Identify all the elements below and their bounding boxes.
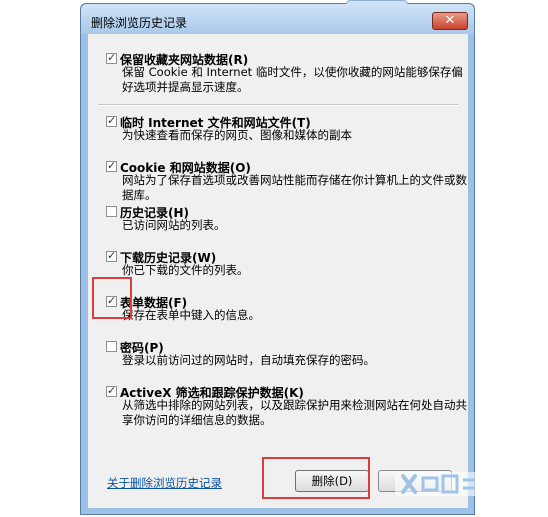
close-button[interactable]: ✕	[432, 12, 468, 30]
download-history-checkbox[interactable]	[106, 249, 117, 262]
passwords-desc: 登录以前访问过的网站时，自动填充保存的密码。	[122, 353, 375, 367]
dialog-title: 删除浏览历史记录	[91, 16, 188, 30]
title-bar: 删除浏览历史记录 ✕	[81, 4, 474, 34]
history-desc: 已访问网站的列表。	[122, 218, 226, 232]
download-history-desc: 你已下载的文件的列表。	[122, 263, 249, 277]
watermark-logo	[395, 472, 480, 496]
about-delete-history-link[interactable]: 关于删除浏览历史记录	[107, 475, 222, 491]
dialog-body: 保留收藏夹网站数据(R) 保留 Cookie 和 Internet 临时文件，以…	[88, 34, 468, 508]
history-checkbox[interactable]	[106, 206, 117, 217]
close-icon: ✕	[444, 13, 456, 28]
activex-checkbox[interactable]	[106, 384, 117, 397]
cookies-desc: 网站为了保存首选项或改善网站性能而存储在你计算机上的文件或数据库。	[122, 173, 467, 202]
passwords-checkbox[interactable]	[106, 341, 117, 352]
cookies-checkbox[interactable]	[106, 159, 117, 172]
separator	[98, 104, 458, 106]
highlight-form-data	[92, 277, 132, 319]
activex-desc: 从筛选中排除的网站列表，以及跟踪保护用来检测网站在何处自动共享你访问的详细信息的…	[122, 398, 467, 427]
preserve-favorites-desc: 保留 Cookie 和 Internet 临时文件，以使你收藏的网站能够保存偏好…	[122, 65, 463, 94]
form-data-desc: 保存在表单中键入的信息。	[122, 308, 260, 322]
temp-files-checkbox[interactable]	[106, 114, 117, 127]
preserve-favorites-checkbox[interactable]	[106, 51, 117, 64]
delete-history-dialog: 删除浏览历史记录 ✕ 保留收藏夹网站数据(R) 保留 Cookie 和 Inte…	[80, 0, 475, 515]
temp-files-desc: 为快速查看而保存的网页、图像和媒体的副本	[122, 128, 352, 142]
highlight-delete-button	[262, 457, 370, 499]
